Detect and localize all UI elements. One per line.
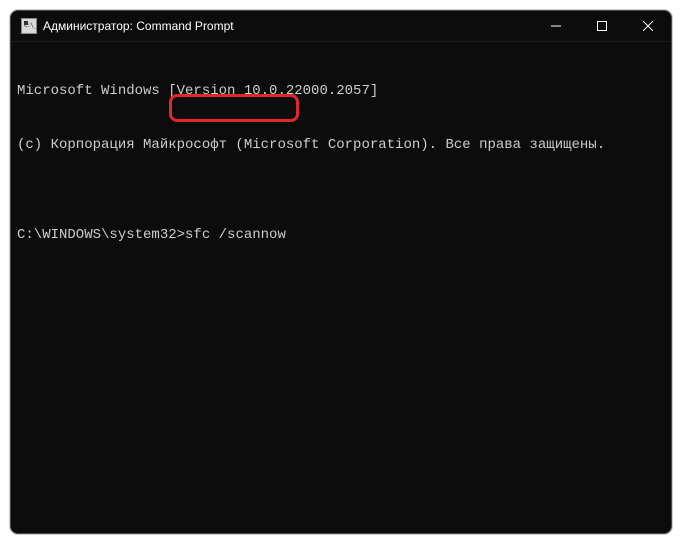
maximize-icon [597, 21, 607, 31]
copyright-line: (c) Корпорация Майкрософт (Microsoft Cor… [17, 136, 665, 154]
minimize-button[interactable] [533, 11, 579, 41]
prompt-line: C:\WINDOWS\system32>sfc /scannow [17, 226, 665, 244]
close-icon [643, 21, 653, 31]
prompt-text: C:\WINDOWS\system32> [17, 227, 185, 243]
window-title: Администратор: Command Prompt [43, 19, 533, 33]
maximize-button[interactable] [579, 11, 625, 41]
titlebar[interactable]: Администратор: Command Prompt [11, 11, 671, 42]
terminal-area[interactable]: Microsoft Windows [Version 10.0.22000.20… [11, 42, 671, 533]
app-icon [21, 18, 37, 34]
version-line: Microsoft Windows [Version 10.0.22000.20… [17, 82, 665, 100]
minimize-icon [551, 21, 561, 31]
window-controls [533, 11, 671, 41]
close-button[interactable] [625, 11, 671, 41]
command-text: sfc /scannow [185, 227, 286, 243]
command-prompt-window: Администратор: Command Prompt Microsoft [10, 10, 672, 534]
